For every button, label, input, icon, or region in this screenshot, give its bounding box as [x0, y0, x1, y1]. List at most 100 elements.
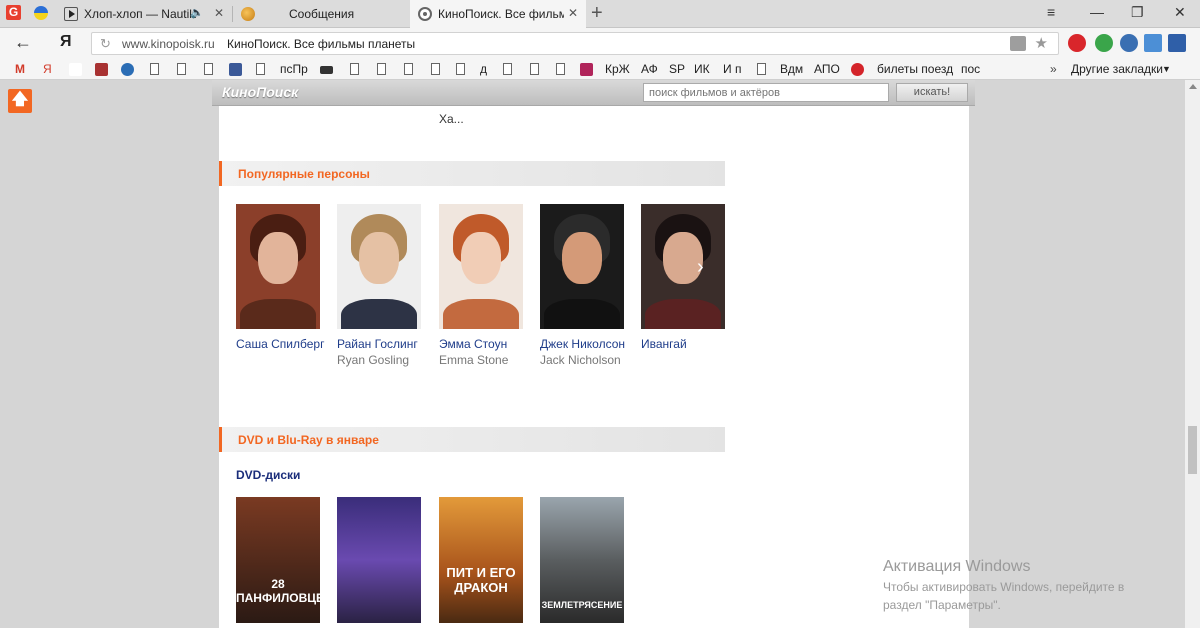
url-page-title: КиноПоиск. Все фильмы планеты — [227, 37, 416, 51]
watermark-line: раздел "Параметры". — [883, 598, 1001, 612]
pinned-tab[interactable] — [28, 3, 54, 25]
bookmark-icon[interactable] — [69, 63, 82, 76]
page-icon[interactable] — [431, 63, 440, 75]
bookmark-pos[interactable]: пос — [961, 62, 980, 76]
page-icon[interactable] — [150, 63, 159, 75]
person-card[interactable]: Джек Николсон Jack Nicholson — [540, 204, 628, 367]
yandex-logo-icon[interactable]: Я — [60, 33, 72, 51]
page-icon[interactable] — [456, 63, 465, 75]
watermark-title: Активация Windows — [883, 558, 1031, 575]
page-scrollbar[interactable] — [1185, 80, 1200, 628]
bookmark-rzd-icon[interactable] — [851, 63, 864, 76]
person-name[interactable]: Ивангай — [641, 337, 729, 351]
bookmark-pspr[interactable]: псПр — [280, 62, 308, 76]
page-icon[interactable] — [177, 63, 186, 75]
person-photo[interactable] — [540, 204, 624, 329]
close-icon[interactable]: ✕ — [568, 6, 578, 20]
dvd-poster[interactable]: 28 ПАНФИЛОВЦЕВ — [236, 497, 320, 623]
bookmark-tickets[interactable]: билеты поезд — [877, 62, 953, 76]
cloud-extension-icon[interactable] — [1120, 34, 1138, 52]
maximize-icon[interactable]: ❐ — [1131, 4, 1144, 21]
person-name[interactable]: Джек Николсон — [540, 337, 628, 351]
new-tab-plus-icon[interactable]: + — [591, 2, 603, 25]
truncated-text: Ха... — [439, 112, 464, 126]
bookmark-af[interactable]: АФ — [641, 62, 658, 76]
dvd-poster[interactable]: ПИТ И ЕГО ДРАКОН — [439, 497, 523, 623]
dvd-subheading[interactable]: DVD-диски — [236, 468, 300, 482]
menu-hamburger-icon[interactable]: ≡ — [1047, 4, 1055, 20]
close-icon[interactable]: ✕ — [214, 6, 224, 20]
chevron-right-icon[interactable]: » — [1050, 62, 1057, 76]
tab-messages[interactable]: Сообщения — [233, 0, 409, 28]
site-search-button[interactable]: искать! — [896, 83, 968, 102]
window-close-icon[interactable]: ✕ — [1174, 4, 1186, 21]
person-card[interactable]: Райан Гослинг Ryan Gosling — [337, 204, 425, 367]
page-icon[interactable] — [204, 63, 213, 75]
bookmark-dark-icon[interactable] — [320, 66, 333, 74]
lock-icon[interactable] — [1010, 36, 1026, 51]
facebook-icon[interactable] — [229, 63, 242, 76]
bookmark-star-icon[interactable]: ★ — [1035, 34, 1048, 52]
person-card[interactable]: Эмма Стоун Emma Stone — [439, 204, 527, 367]
url-domain: www.kinopoisk.ru — [122, 37, 215, 51]
page-icon[interactable] — [404, 63, 413, 75]
site-logo[interactable]: КиноПоиск — [222, 84, 298, 100]
person-photo[interactable] — [641, 204, 725, 329]
chevron-down-icon[interactable]: ▼ — [1162, 64, 1171, 74]
shield-extension-icon[interactable] — [1095, 34, 1113, 52]
watermark-line: Чтобы активировать Windows, перейдите в — [883, 580, 1125, 594]
page-icon[interactable] — [530, 63, 539, 75]
bookmark-grid-icon[interactable] — [95, 63, 108, 76]
adblock-extension-icon[interactable] — [1068, 34, 1086, 52]
bookmark-sp[interactable]: SP — [669, 62, 685, 76]
page-icon[interactable] — [256, 63, 265, 75]
bookmark-vdm[interactable]: Вдм — [780, 62, 803, 76]
page-icon[interactable] — [377, 63, 386, 75]
scroll-top-arrow-icon[interactable]: 🡅 — [8, 89, 32, 113]
tab-kinopoisk[interactable]: КиноПоиск. Все фильмы планеты ✕ — [410, 0, 586, 28]
page-icon[interactable] — [556, 63, 565, 75]
bookmark-round-icon[interactable] — [121, 63, 134, 76]
image-extension-icon[interactable] — [1144, 34, 1162, 52]
chevron-right-icon[interactable]: › — [697, 256, 704, 279]
url-field[interactable]: ↻ www.kinopoisk.ru КиноПоиск. Все фильмы… — [91, 32, 1059, 55]
tab-title: КиноПоиск. Все фильмы планеты — [438, 7, 564, 21]
person-photo[interactable] — [439, 204, 523, 329]
gmail-icon[interactable]: M — [15, 62, 25, 76]
bookmark-stripes-icon[interactable] — [580, 63, 593, 76]
bookmark-ik[interactable]: ИК — [694, 62, 710, 76]
person-card[interactable]: Ивангай — [641, 204, 729, 353]
youtube-play-icon — [64, 7, 78, 21]
page-icon[interactable] — [350, 63, 359, 75]
back-arrow-icon[interactable]: ← — [14, 32, 32, 53]
bookmark-apo[interactable]: АПО — [814, 62, 840, 76]
dvd-poster[interactable] — [337, 497, 421, 623]
vk-extension-icon[interactable] — [1168, 34, 1186, 52]
person-photo[interactable] — [236, 204, 320, 329]
sound-icon[interactable]: 🔈 — [190, 6, 204, 19]
site-search-input[interactable] — [643, 83, 889, 102]
scroll-up-icon[interactable] — [1189, 84, 1197, 89]
dvd-poster[interactable]: ЗЕМЛЕТРЯСЕНИЕ — [540, 497, 624, 623]
person-name[interactable]: Эмма Стоун — [439, 337, 527, 351]
yandex-bookmark-icon[interactable]: Я — [43, 62, 52, 76]
tab-youtube[interactable]: Хлоп-хлоп — Nautilus 🔈 ✕ — [56, 0, 232, 28]
yandex-g-icon[interactable]: G — [6, 5, 21, 20]
bookmark-krzh[interactable]: КрЖ — [605, 62, 630, 76]
bookmark-d[interactable]: д — [480, 62, 487, 76]
tab-title: Сообщения — [289, 7, 355, 21]
pinned-area: G — [0, 0, 56, 28]
person-name[interactable]: Саша Спилберг — [236, 337, 324, 351]
ukraine-flag-icon — [34, 6, 48, 20]
minimize-icon[interactable]: — — [1090, 4, 1104, 20]
page-icon[interactable] — [503, 63, 512, 75]
other-bookmarks[interactable]: Другие закладки — [1071, 62, 1163, 76]
person-name[interactable]: Райан Гослинг — [337, 337, 425, 351]
bookmark-ip[interactable]: И п — [723, 62, 741, 76]
person-card[interactable]: Саша Спилберг — [236, 204, 324, 353]
person-photo[interactable] — [337, 204, 421, 329]
poster-title: ЗЕМЛЕТРЯСЕНИЕ — [541, 600, 623, 610]
page-icon[interactable] — [757, 63, 766, 75]
scroll-thumb[interactable] — [1188, 426, 1197, 474]
reload-icon[interactable]: ↻ — [100, 36, 111, 52]
